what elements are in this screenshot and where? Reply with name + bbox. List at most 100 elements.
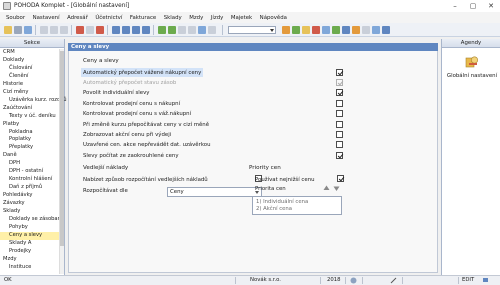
price-priority-list[interactable]: 1) Individuální cena 2) Akční cena xyxy=(252,196,342,215)
first-record-icon[interactable] xyxy=(112,26,120,34)
report-icon[interactable] xyxy=(282,26,290,34)
list-item[interactable]: 1) Individuální cena xyxy=(256,199,338,206)
side-costs-title: Vedlejší náklady xyxy=(83,165,129,171)
sidebar-item[interactable]: Daně xyxy=(0,152,59,160)
sidebar-item[interactable]: Pohledávky xyxy=(0,192,59,200)
edit-icon[interactable] xyxy=(178,26,186,34)
sidebar-item[interactable]: Pokladna xyxy=(0,129,59,137)
filter-icon[interactable] xyxy=(188,26,196,34)
list-item[interactable]: 2) Akční cena xyxy=(256,206,338,213)
sidebar-item[interactable]: Ceny a slevy xyxy=(0,231,59,240)
menu-jizdy[interactable]: Jízdy xyxy=(211,15,224,21)
distribute-by-label: Rozpočítávat dle xyxy=(83,188,128,194)
copy-icon[interactable] xyxy=(50,26,58,34)
menu-sklady[interactable]: Sklady xyxy=(164,15,182,21)
settings-icon[interactable] xyxy=(362,26,370,34)
sidebar-item[interactable]: Pohyby xyxy=(0,224,59,232)
sidebar-item[interactable]: Číslování xyxy=(0,65,59,73)
offer-distribution-label: Nabízet způsob rozpočítání vedlejších ná… xyxy=(83,177,208,183)
folder-icon[interactable] xyxy=(4,26,12,34)
distribute-by-select[interactable]: Ceny xyxy=(167,187,262,197)
settings-form: Ceny a slevy Automatický přepočet vážené… xyxy=(68,51,438,273)
sidebar-item[interactable]: Sklady A xyxy=(0,240,59,248)
previous-record-icon[interactable] xyxy=(122,26,130,34)
minimize-button[interactable]: – xyxy=(446,0,464,12)
menu-adresar[interactable]: Adresář xyxy=(67,15,88,21)
chart-icon[interactable] xyxy=(352,26,360,34)
option-checkbox[interactable] xyxy=(336,120,343,128)
help-icon[interactable] xyxy=(372,26,380,34)
agenda-global-settings[interactable]: Globální nastavení xyxy=(446,55,498,85)
next-record-icon[interactable] xyxy=(132,26,140,34)
search-icon[interactable] xyxy=(198,26,206,34)
option-checkbox[interactable] xyxy=(336,68,343,76)
toolbar xyxy=(0,23,500,37)
address-book-icon[interactable] xyxy=(302,26,310,34)
option-checkbox[interactable] xyxy=(336,130,343,138)
sidebar-item[interactable]: Sklady xyxy=(0,208,59,216)
option-label: Zobrazovat akční cenu při výdeji xyxy=(83,131,172,138)
sidebar-item[interactable]: Texty v úč. deníku xyxy=(0,113,59,121)
cut-icon[interactable] xyxy=(40,26,48,34)
sidebar-item[interactable]: Instituce xyxy=(0,264,59,272)
menu-nastaveni[interactable]: Nastavení xyxy=(33,15,60,21)
move-down-icon[interactable] xyxy=(333,185,340,192)
sidebar-item[interactable]: CRM xyxy=(0,49,59,57)
sidebar-item[interactable]: Závazky xyxy=(0,200,59,208)
accounting-icon[interactable] xyxy=(292,26,300,34)
info-icon[interactable] xyxy=(382,26,390,34)
sidebar-item[interactable]: DPH xyxy=(0,160,59,168)
sidebar-item[interactable]: Doklady se zásobami xyxy=(0,216,64,224)
sidebar-item[interactable]: Členění xyxy=(0,73,59,81)
form-header: Ceny a slevy xyxy=(68,43,438,51)
save-icon[interactable] xyxy=(168,26,176,34)
toolbar-combobox[interactable] xyxy=(228,26,276,34)
option-checkbox[interactable] xyxy=(336,89,343,97)
paste-icon[interactable] xyxy=(60,26,68,34)
sidebar-item[interactable]: Cizí měny xyxy=(0,89,59,97)
option-checkbox[interactable] xyxy=(336,141,343,149)
sidebar-item[interactable]: Prodejky xyxy=(0,248,59,256)
sidebar-item[interactable]: DPH - ostatní xyxy=(0,168,59,176)
option-checkbox[interactable] xyxy=(336,151,343,159)
tools-icon[interactable] xyxy=(208,26,216,34)
sidebar-item[interactable]: Historie xyxy=(0,81,59,89)
menu-mzdy[interactable]: Mzdy xyxy=(189,15,203,21)
menu-ucetnictvi[interactable]: Účetnictví xyxy=(95,15,122,21)
preview-icon[interactable] xyxy=(24,26,32,34)
menu-soubor[interactable]: Soubor xyxy=(6,15,25,21)
section-scrollbar[interactable] xyxy=(59,49,64,274)
menu-napoveda[interactable]: Nápověda xyxy=(260,15,287,21)
use-lowest-price-checkbox[interactable] xyxy=(337,175,344,182)
warehouse-icon[interactable] xyxy=(322,26,330,34)
status-bar: OK Novák s.r.o. 2018 EDIT xyxy=(0,275,500,285)
status-mode: EDIT xyxy=(462,277,475,283)
undo-icon[interactable] xyxy=(76,26,84,34)
sidebar-item[interactable]: Daň z příjmů xyxy=(0,184,59,192)
close-button[interactable]: ✕ xyxy=(482,0,500,12)
option-checkbox[interactable] xyxy=(336,110,343,118)
invoice-icon[interactable] xyxy=(312,26,320,34)
option-checkbox[interactable] xyxy=(336,99,343,107)
email-icon[interactable] xyxy=(342,26,350,34)
redo-icon[interactable] xyxy=(86,26,94,34)
title-bar: POHODA Komplet - [Globální nastavení] – … xyxy=(0,0,500,12)
sidebar-item[interactable]: Platby xyxy=(0,121,59,129)
calculator-icon[interactable] xyxy=(332,26,340,34)
sidebar-item[interactable]: Kontrolní hlášení xyxy=(0,176,59,184)
move-up-icon[interactable] xyxy=(323,185,330,192)
option-label: Kontrolovat prodejní cenu s váž.nákupní xyxy=(83,111,192,118)
delete-icon[interactable] xyxy=(96,26,104,34)
sidebar-item[interactable]: Uzávěrka kurz. rozdílů xyxy=(0,97,67,105)
menu-majetek[interactable]: Majetek xyxy=(231,15,252,21)
sidebar-item[interactable]: Zaúčtování xyxy=(0,105,59,113)
option-label: Povolit individuální slevy xyxy=(83,90,150,97)
print-icon[interactable] xyxy=(14,26,22,34)
sidebar-item[interactable]: Doklady xyxy=(0,57,59,65)
menu-fakturace[interactable]: Fakturace xyxy=(130,15,156,21)
maximize-button[interactable]: ▢ xyxy=(464,0,482,12)
add-record-icon[interactable] xyxy=(158,26,166,34)
last-record-icon[interactable] xyxy=(142,26,150,34)
section-panel-header: Sekce xyxy=(0,39,64,48)
sidebar-item[interactable]: Mzdy xyxy=(0,256,59,264)
